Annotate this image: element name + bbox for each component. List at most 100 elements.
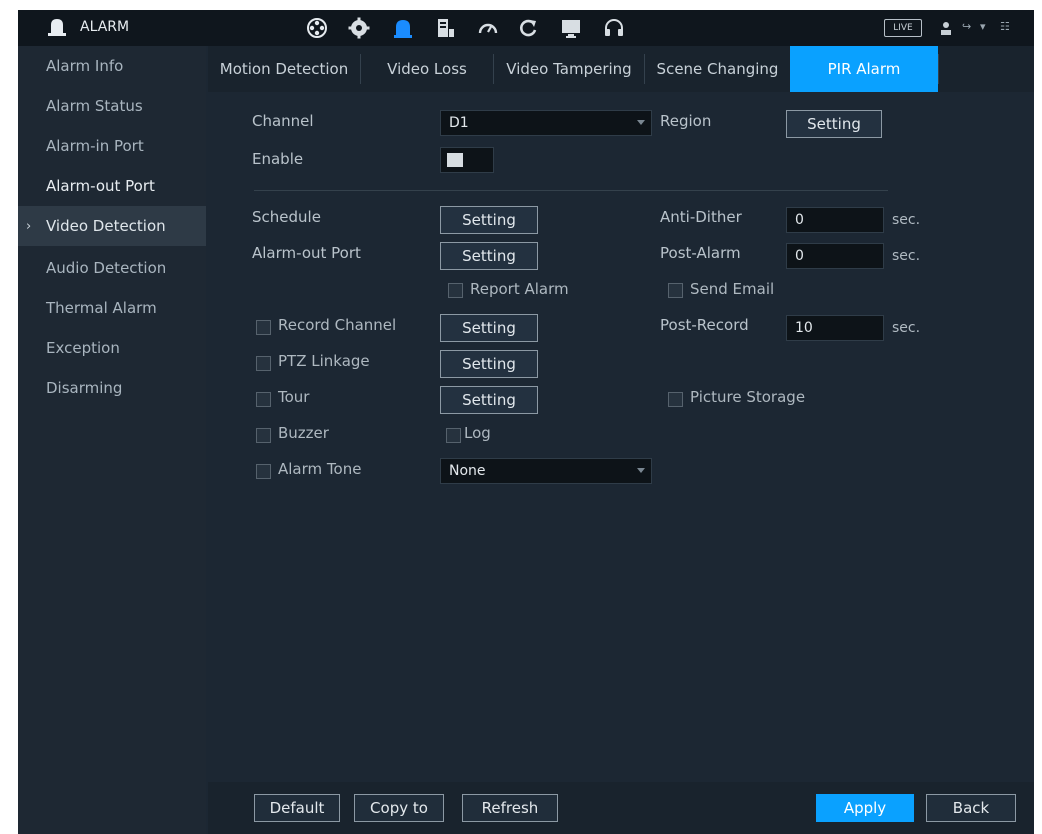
ptz-setting-button[interactable]: Setting: [440, 350, 538, 378]
apply-button[interactable]: Apply: [816, 794, 914, 822]
top-bar: ALARM LIVE ↪ ▾ ☷: [18, 10, 1034, 46]
sidebar-item-label: Video Detection: [46, 217, 166, 235]
sidebar-item-label: Exception: [46, 339, 120, 357]
tour-setting-button[interactable]: Setting: [440, 386, 538, 414]
refresh-button[interactable]: Refresh: [462, 794, 558, 822]
buzzer-label: Buzzer: [278, 424, 329, 442]
report-alarm-label: Report Alarm: [470, 280, 569, 298]
live-view-button[interactable]: LIVE: [884, 19, 922, 37]
channel-label: Channel: [252, 112, 314, 130]
post-record-input[interactable]: 10: [786, 315, 884, 341]
sidebar-item-video-detection[interactable]: › Video Detection: [18, 206, 206, 246]
tab-divider: [938, 54, 939, 84]
sidebar-item-label: Disarming: [46, 379, 123, 397]
tour-label: Tour: [278, 388, 310, 406]
sidebar-item-alarm-status[interactable]: Alarm Status: [18, 86, 206, 126]
alarm-out-setting-button[interactable]: Setting: [440, 242, 538, 270]
sidebar-item-exception[interactable]: Exception: [18, 328, 206, 368]
user-icon[interactable]: [940, 21, 952, 35]
post-record-label: Post-Record: [660, 316, 749, 334]
post-alarm-input[interactable]: 0: [786, 243, 884, 269]
sidebar-item-label: Thermal Alarm: [46, 299, 157, 317]
anti-dither-unit: sec.: [892, 212, 921, 228]
sidebar-item-label: Alarm Status: [46, 97, 143, 115]
record-channel-checkbox[interactable]: [256, 320, 271, 335]
sidebar-item-label: Alarm-out Port: [46, 177, 155, 195]
alarm-tone-label: Alarm Tone: [278, 460, 362, 478]
bottom-bar: Default Copy to Refresh Apply Back: [208, 782, 1034, 834]
post-record-value: 10: [795, 320, 813, 336]
record-channel-setting-button[interactable]: Setting: [440, 314, 538, 342]
region-setting-button[interactable]: Setting: [786, 110, 882, 138]
record-channel-label: Record Channel: [278, 316, 397, 334]
enable-toggle[interactable]: [440, 147, 494, 173]
gear-icon[interactable]: [346, 16, 372, 40]
tab-bar: Motion Detection Video Loss Video Tamper…: [208, 46, 1034, 92]
log-checkbox[interactable]: [446, 428, 461, 443]
grid-menu-icon[interactable]: ☷: [1000, 20, 1010, 33]
alarm-out-port-label: Alarm-out Port: [252, 244, 361, 262]
sidebar-item-alarm-in-port[interactable]: Alarm-in Port: [18, 126, 206, 166]
ptz-linkage-checkbox[interactable]: [256, 356, 271, 371]
section-divider: [254, 190, 888, 191]
alarm-bell-icon[interactable]: [390, 16, 416, 40]
post-record-unit: sec.: [892, 320, 921, 336]
tab-video-tampering[interactable]: Video Tampering: [494, 46, 644, 92]
chevron-down-icon: [637, 468, 645, 473]
picture-storage-label: Picture Storage: [690, 388, 806, 406]
tab-scene-changing[interactable]: Scene Changing: [645, 46, 790, 92]
chevron-right-icon: ›: [26, 218, 32, 234]
back-button[interactable]: Back: [926, 794, 1016, 822]
alarm-tone-checkbox[interactable]: [256, 464, 271, 479]
app-window: ALARM LIVE ↪ ▾ ☷ Alarm Info Alarm Status…: [18, 10, 1034, 834]
sidebar-item-label: Alarm Info: [46, 57, 124, 75]
refresh-icon[interactable]: [515, 16, 541, 40]
post-alarm-unit: sec.: [892, 248, 921, 264]
default-button[interactable]: Default: [254, 794, 340, 822]
chevron-down-icon: [637, 120, 645, 125]
alarm-logo-icon: [48, 19, 66, 36]
toggle-knob: [447, 153, 463, 167]
sidebar: Alarm Info Alarm Status Alarm-in Port Al…: [18, 46, 206, 834]
schedule-setting-button[interactable]: Setting: [440, 206, 538, 234]
tour-checkbox[interactable]: [256, 392, 271, 407]
logout-icon[interactable]: ↪: [962, 20, 971, 33]
app-title: ALARM: [80, 19, 130, 35]
channel-value: D1: [449, 115, 469, 131]
post-alarm-label: Post-Alarm: [660, 244, 741, 262]
alarm-tone-value: None: [449, 463, 486, 479]
post-alarm-value: 0: [795, 248, 804, 264]
sidebar-item-disarming[interactable]: Disarming: [18, 368, 206, 408]
gauge-icon[interactable]: [475, 16, 501, 40]
monitor-icon[interactable]: [558, 16, 584, 40]
sidebar-item-thermal-alarm[interactable]: Thermal Alarm: [18, 288, 206, 328]
anti-dither-label: Anti-Dither: [660, 208, 742, 226]
tab-video-loss[interactable]: Video Loss: [361, 46, 493, 92]
buzzer-checkbox[interactable]: [256, 428, 271, 443]
send-email-checkbox[interactable]: [668, 283, 683, 298]
alarm-tone-select[interactable]: None: [440, 458, 652, 484]
tab-pir-alarm[interactable]: PIR Alarm: [790, 46, 938, 92]
report-alarm-checkbox[interactable]: [448, 283, 463, 298]
log-label: Log: [464, 424, 491, 442]
anti-dither-value: 0: [795, 212, 804, 228]
sidebar-item-label: Audio Detection: [46, 259, 167, 277]
headset-icon[interactable]: [601, 16, 627, 40]
picture-storage-checkbox[interactable]: [668, 392, 683, 407]
menu-dropdown-icon[interactable]: ▾: [980, 20, 986, 33]
enable-label: Enable: [252, 150, 304, 168]
sidebar-item-alarm-info[interactable]: Alarm Info: [18, 46, 206, 86]
region-label: Region: [660, 112, 712, 130]
anti-dither-input[interactable]: 0: [786, 207, 884, 233]
sidebar-item-label: Alarm-in Port: [46, 137, 144, 155]
send-email-label: Send Email: [690, 280, 775, 298]
pir-alarm-settings: Channel D1 Region Setting Enable Schedul…: [208, 92, 1034, 782]
channel-select[interactable]: D1: [440, 110, 652, 136]
ptz-linkage-label: PTZ Linkage: [278, 352, 370, 370]
copy-to-button[interactable]: Copy to: [354, 794, 444, 822]
film-reel-icon[interactable]: [304, 16, 330, 40]
sidebar-item-audio-detection[interactable]: Audio Detection: [18, 248, 206, 288]
storage-icon[interactable]: [432, 16, 458, 40]
sidebar-item-alarm-out-port[interactable]: Alarm-out Port: [18, 166, 206, 206]
tab-motion-detection[interactable]: Motion Detection: [208, 46, 360, 92]
